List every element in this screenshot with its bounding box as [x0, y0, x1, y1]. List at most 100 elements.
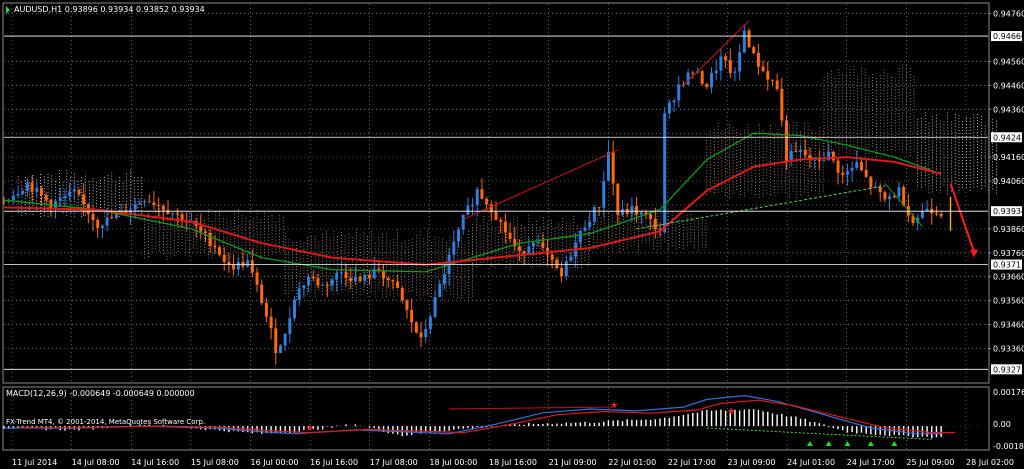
y-tick-label: 0.94360: [993, 105, 1024, 114]
candle-body: [396, 281, 400, 288]
candle-body: [770, 79, 774, 81]
candle-body: [588, 221, 592, 228]
candle-body: [58, 198, 62, 202]
candle-body: [433, 297, 437, 317]
x-tick-label: 22 Jul 01:00: [608, 458, 656, 467]
candle-body: [780, 88, 784, 121]
candle-body: [775, 80, 779, 89]
candle-body: [316, 278, 320, 286]
macd-star-icon: ★: [610, 401, 618, 411]
macd-star-icon: ★: [727, 407, 735, 417]
candle-body: [611, 151, 615, 184]
candle-body: [705, 83, 709, 88]
candle-body: [850, 167, 854, 171]
candle-body: [335, 273, 339, 280]
candle-body: [232, 264, 236, 270]
candle-body: [133, 203, 137, 210]
candle-body: [100, 225, 104, 228]
candle-body: [710, 73, 714, 88]
candle-body: [546, 247, 550, 255]
candle-body: [438, 283, 442, 298]
candle-body: [934, 213, 938, 215]
macd-y-tick-label: 0.00: [993, 420, 1011, 429]
candle-body: [499, 219, 503, 222]
candle-body: [428, 316, 432, 329]
candle-body: [902, 187, 906, 206]
candle-body: [260, 284, 264, 304]
horizontal-levels[interactable]: 0.94666 0.94243 0.93934 0.93711 0.93273: [4, 31, 1024, 375]
candle-body: [68, 191, 72, 197]
candle-body: [143, 201, 147, 203]
y-tick-label: 0.94060: [993, 177, 1024, 186]
candle-body: [442, 274, 446, 284]
candle-body: [747, 30, 751, 48]
candle-body: [667, 102, 671, 114]
candle-body: [691, 72, 695, 74]
candle-body: [649, 214, 653, 219]
candle-body: [686, 72, 690, 85]
macd-up-arrow-icon: [806, 441, 813, 446]
trend-line[interactable]: [636, 185, 885, 230]
candle-body: [30, 182, 34, 192]
candle-body: [714, 70, 718, 74]
candle-body: [274, 328, 278, 353]
x-tick-label: 22 Jul 17:00: [668, 458, 716, 467]
level-price-text: 0.94243: [993, 133, 1024, 142]
candle-body: [541, 242, 545, 248]
y-tick-label: 0.93660: [993, 273, 1024, 282]
candle-body: [738, 52, 742, 72]
candle-body: [841, 172, 845, 175]
candle-body: [297, 288, 301, 300]
candle-body: [405, 300, 409, 310]
candle-body: [531, 243, 535, 247]
candle-body: [630, 206, 634, 214]
candle-body: [517, 246, 521, 251]
candle-body: [925, 208, 929, 212]
candle-body: [236, 261, 240, 270]
level-price-text: 0.94666: [993, 32, 1024, 41]
y-tick-label: 0.93760: [993, 249, 1024, 258]
candle-body: [321, 285, 325, 287]
candle-body: [161, 205, 165, 211]
y-tick-label: 0.93360: [993, 345, 1024, 354]
candle-body: [288, 318, 292, 334]
x-tick-label: 24 Jul 01:00: [787, 458, 835, 467]
candle-body: [152, 202, 156, 206]
candle-body: [349, 278, 353, 281]
x-tick-label: 28 Jul 02:00: [966, 458, 1014, 467]
y-tick-label: 0.94560: [993, 57, 1024, 66]
candle-body: [424, 328, 428, 338]
candle-body: [878, 187, 882, 193]
candle-body: [480, 189, 484, 199]
candle-body: [728, 60, 732, 73]
x-tick-label: 14 Jul 16:00: [131, 458, 179, 467]
x-tick-label: 25 Jul 09:00: [906, 458, 954, 467]
y-tick-label: 0.93560: [993, 297, 1024, 306]
candle-body: [311, 276, 315, 279]
candle-body: [367, 274, 371, 279]
macd-signal-red: [18, 399, 956, 434]
candle-body: [663, 113, 667, 233]
mt4-chart-window[interactable]: 0.946660.942430.939340.937110.93273 ★★★ …: [0, 0, 1024, 469]
candle-body: [461, 214, 465, 230]
candle-body: [105, 217, 109, 226]
macd-up-arrow-icon: [867, 441, 874, 446]
candle-body: [39, 187, 43, 196]
candle-body: [222, 254, 226, 262]
candle-body: [888, 196, 892, 200]
macd-star-icon: ★: [306, 424, 314, 434]
macd-y-tick-label: -0.00186: [993, 442, 1024, 451]
level-price-text: 0.93273: [993, 365, 1024, 374]
candle-body: [569, 256, 573, 262]
y-tick-label: 0.93860: [993, 225, 1024, 234]
candle-body: [794, 151, 798, 153]
candle-body: [555, 259, 559, 269]
candle-body: [583, 227, 587, 231]
candle-body: [203, 231, 207, 233]
candle-body: [400, 287, 404, 301]
candle-body: [485, 198, 489, 205]
candle-body: [475, 189, 479, 205]
axes-layer: 0.94760 0.94560 0.94460 0.94360 0.94160 0.940…: [12, 10, 1024, 467]
candle-body: [35, 187, 39, 192]
candle-body: [199, 226, 203, 232]
